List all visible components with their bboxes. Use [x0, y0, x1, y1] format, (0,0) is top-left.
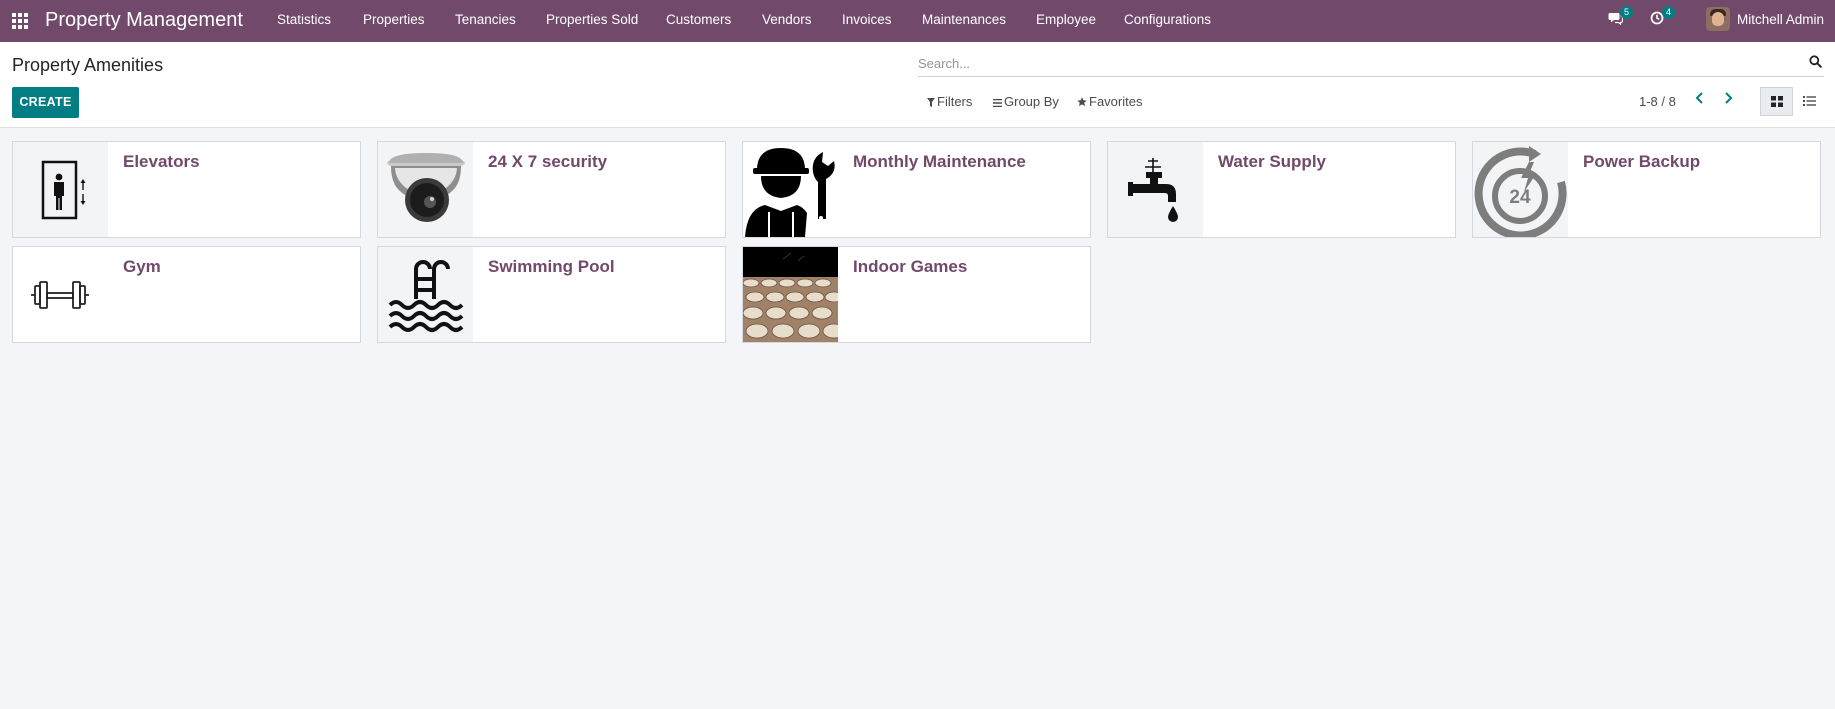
- menu-item-tenancies[interactable]: Tenancies: [455, 12, 516, 27]
- list-view-button[interactable]: [1792, 87, 1825, 116]
- amenity-card-elevators[interactable]: Elevators: [12, 141, 361, 238]
- control-panel: Property Amenities CREATE Filters Group …: [0, 42, 1835, 128]
- elevator-icon: [13, 142, 108, 237]
- amenity-card-security[interactable]: 24 X 7 security: [377, 141, 726, 238]
- amenity-card-gym[interactable]: Gym: [12, 246, 361, 343]
- search-input[interactable]: [918, 53, 1788, 73]
- swimming-pool-icon: [378, 247, 473, 342]
- amenity-name: Power Backup: [1583, 152, 1701, 171]
- top-navbar: Property Management Statistics Propertie…: [0, 0, 1835, 42]
- menu-item-configurations[interactable]: Configurations: [1124, 12, 1211, 27]
- filters-button[interactable]: Filters: [927, 94, 972, 109]
- menu-item-employee[interactable]: Employee: [1036, 12, 1096, 27]
- svg-text:24: 24: [1509, 187, 1531, 208]
- apps-grid-icon[interactable]: [12, 13, 28, 29]
- power-backup-24-icon: 24: [1473, 142, 1568, 237]
- amenity-card-indoor-games[interactable]: Indoor Games: [742, 246, 1091, 343]
- water-tap-icon: [1108, 142, 1203, 237]
- menu-item-statistics[interactable]: Statistics: [277, 12, 331, 27]
- create-button[interactable]: CREATE: [12, 87, 79, 118]
- menu-item-properties-sold[interactable]: Properties Sold: [546, 12, 638, 27]
- filter-icon: [927, 98, 935, 107]
- menu-item-maintenances[interactable]: Maintenances: [922, 12, 1006, 27]
- amenity-name: Gym: [123, 257, 161, 276]
- chevron-left-icon[interactable]: [1694, 91, 1706, 105]
- messages-badge: 5: [1620, 6, 1633, 19]
- star-icon: [1077, 97, 1087, 107]
- pager-value[interactable]: 1-8 / 8: [1639, 94, 1676, 109]
- menu-item-customers[interactable]: Customers: [666, 12, 731, 27]
- user-menu-name[interactable]: Mitchell Admin: [1737, 12, 1824, 27]
- search-bar: [918, 51, 1824, 77]
- favorites-button[interactable]: Favorites: [1077, 94, 1142, 109]
- amenity-card-maintenance[interactable]: Monthly Maintenance: [742, 141, 1091, 238]
- activities-badge: 4: [1662, 6, 1675, 19]
- chess-board-photo: [743, 247, 838, 342]
- avatar[interactable]: [1706, 7, 1730, 31]
- amenity-card-swimming-pool[interactable]: Swimming Pool: [377, 246, 726, 343]
- group-by-label: Group By: [1004, 94, 1059, 109]
- amenity-card-power-backup[interactable]: 24 Power Backup: [1472, 141, 1821, 238]
- amenity-name: Swimming Pool: [488, 257, 615, 276]
- group-by-button[interactable]: Group By: [993, 94, 1059, 109]
- amenity-card-water-supply[interactable]: Water Supply: [1107, 141, 1456, 238]
- kanban-view-icon: [1771, 96, 1783, 107]
- amenity-name: Elevators: [123, 152, 200, 171]
- amenity-name: Water Supply: [1218, 152, 1326, 171]
- chevron-right-icon[interactable]: [1722, 91, 1734, 105]
- maintenance-worker-icon: [743, 142, 838, 237]
- page-title: Property Amenities: [12, 55, 164, 75]
- favorites-label: Favorites: [1089, 94, 1143, 109]
- menu-item-vendors[interactable]: Vendors: [762, 12, 812, 27]
- bars-icon: [993, 98, 1002, 108]
- menu-item-properties[interactable]: Properties: [363, 12, 425, 27]
- amenity-name: Indoor Games: [853, 257, 968, 276]
- list-view-icon: [1803, 96, 1816, 106]
- filters-label: Filters: [937, 94, 973, 109]
- dumbbell-icon: [13, 247, 108, 342]
- app-brand[interactable]: Property Management: [45, 9, 243, 32]
- messages-menu[interactable]: 5: [1608, 6, 1633, 30]
- search-icon[interactable]: [1809, 55, 1822, 68]
- menu-item-invoices[interactable]: Invoices: [842, 12, 892, 27]
- activities-menu[interactable]: 4: [1650, 6, 1675, 30]
- kanban-view-button[interactable]: [1760, 87, 1793, 116]
- amenity-name: 24 X 7 security: [488, 152, 608, 171]
- amenity-name: Monthly Maintenance: [853, 152, 1026, 171]
- security-camera-icon: [378, 142, 473, 237]
